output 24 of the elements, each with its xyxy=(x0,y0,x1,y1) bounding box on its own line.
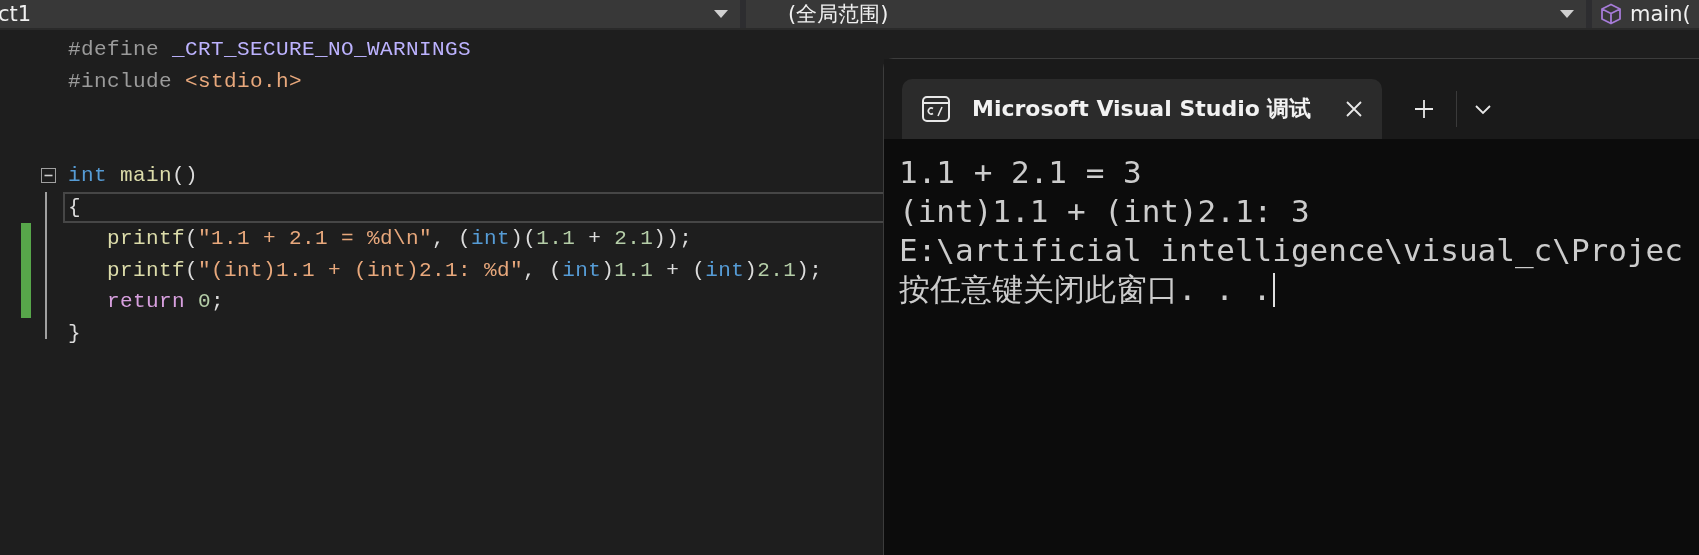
new-tab-icon[interactable] xyxy=(1414,99,1434,119)
code-line: printf("1.1 + 2.1 = %d\n", (int)(1.1 + 2.1)); xyxy=(106,227,693,251)
code-line: { xyxy=(68,195,81,219)
close-icon[interactable] xyxy=(1346,101,1362,117)
caret-icon xyxy=(714,10,728,18)
code-line: return 0; xyxy=(106,290,225,314)
collapse-icon[interactable] xyxy=(40,168,56,184)
code-line: #include <stdio.h> xyxy=(68,69,303,93)
console-output-line: E:\artificial intelligence\visual_c\Projec xyxy=(899,231,1683,270)
chevron-down-icon[interactable] xyxy=(1475,105,1491,115)
project-dropdown[interactable]: ct1 xyxy=(0,0,740,28)
scope-dropdown[interactable]: (全局范围) xyxy=(746,0,1586,28)
console-output-line: (int)1.1 + (int)2.1: 3 xyxy=(899,192,1310,231)
code-line: printf("(int)1.1 + (int)2.1: %d", (int)1.1 + (int)2.1); xyxy=(106,258,823,282)
code-line: #define _CRT_SECURE_NO_WARNINGS xyxy=(68,38,472,62)
code-line: } xyxy=(68,321,81,345)
console-output-line: 1.1 + 2.1 = 3 xyxy=(899,153,1142,192)
caret-icon xyxy=(1560,10,1574,18)
code-line: int main() xyxy=(68,164,199,188)
console-output-line: 按任意键关闭此窗口. . . xyxy=(899,270,1272,309)
cube-icon xyxy=(1600,3,1622,25)
console-tab[interactable]: Microsoft Visual Studio 调试 xyxy=(902,79,1382,139)
member-dropdown[interactable]: main( xyxy=(1592,0,1699,28)
terminal-icon xyxy=(922,96,950,122)
